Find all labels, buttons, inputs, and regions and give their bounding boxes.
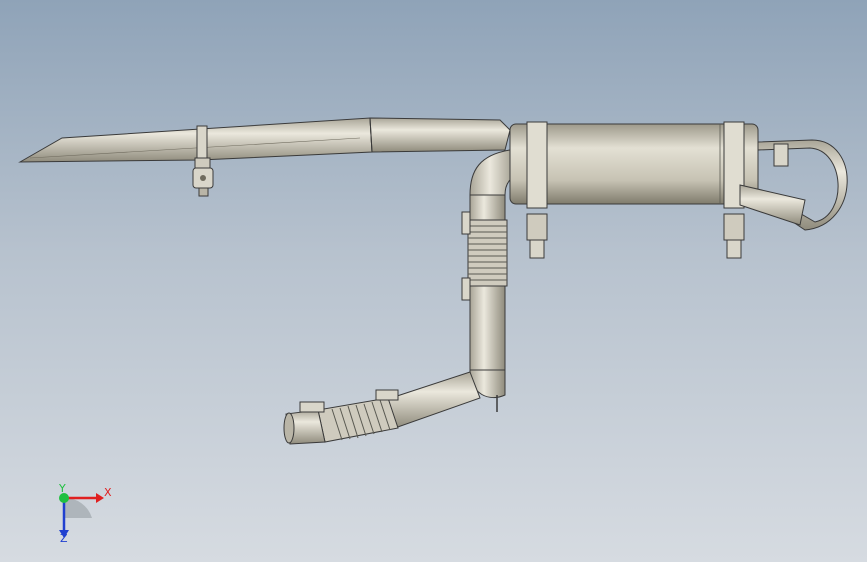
inlet-pipe[interactable] (384, 371, 481, 429)
triad-plane (64, 497, 92, 518)
orientation-triad[interactable]: X Y Z (44, 478, 124, 548)
y-axis-label: Y (59, 482, 66, 495)
z-axis-label: Z (60, 532, 68, 545)
x-axis-label: X (104, 486, 112, 499)
cad-viewport[interactable]: X Y Z (0, 0, 867, 562)
x-arrow-head (96, 493, 104, 503)
flex-bellows-upper (467, 219, 508, 287)
flex-bellows-lower (317, 397, 399, 443)
tail-pipe[interactable] (18, 117, 511, 163)
exhaust-assembly-model[interactable] (0, 0, 867, 562)
muffler-strap-left (526, 121, 548, 259)
